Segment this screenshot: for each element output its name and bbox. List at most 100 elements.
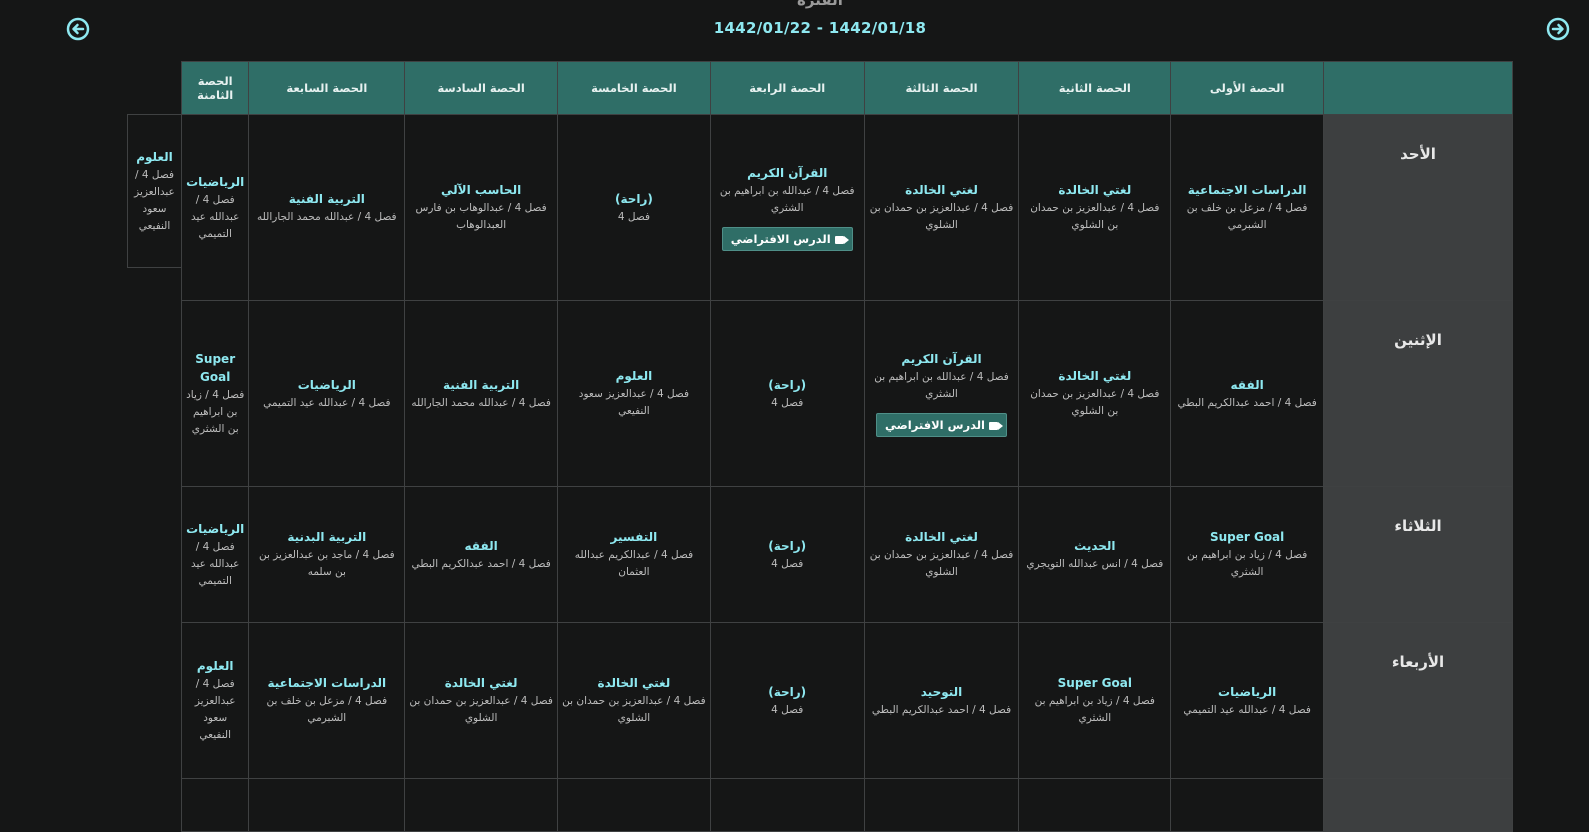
subject-name: التفسير — [610, 530, 658, 544]
period-cell: لغتي الخالدة فصل 4 / عبدالعزيز بن حمدان ب… — [557, 622, 711, 779]
period-cell: الحاسب الآلي فصل 4 / عبدالوهاب بن فارس ال… — [404, 114, 559, 301]
period-cell: لغتي الخالدة فصل 4 / عبدالعزيز بن حمدان ب… — [863, 114, 1020, 301]
class-teacher-info: فصل 4 / عبدالله عيد التميمي — [1183, 703, 1311, 716]
subject-name: الرياضيات — [1218, 684, 1277, 699]
subject-name: الدراسات الاجتماعية — [267, 676, 387, 690]
class-teacher-info: فصل 4 / احمد عبدالكريم البطي — [411, 557, 551, 570]
column-header-day — [1323, 61, 1513, 115]
period-cell: الفقه فصل 4 / احمد عبدالكريم البطي — [1170, 300, 1325, 487]
class-teacher-info: فصل 4 / ماجد بن عبدالعزيز بن بن سلمه — [258, 549, 395, 578]
subject-name: لغتي الخالدة — [905, 530, 978, 544]
table-row — [180, 778, 1513, 832]
class-teacher-info: فصل 4 / انس عبدالله التويجري — [1026, 557, 1164, 570]
subject-name: Super Goal — [1057, 676, 1132, 690]
period-cell: الدراسات الاجتماعية فصل 4 / مزعل بن خلف ب… — [1170, 114, 1325, 301]
class-teacher-info: فصل 4 / عبدالعزيز سعود النفيعي — [578, 388, 690, 417]
period-cell: العلوم فصل 4 / عبدالعزيز سعود النفيعي — [557, 300, 711, 487]
table-row: الأربعاء الرياضيات فصل 4 / عبدالله عيد الت… — [180, 622, 1513, 779]
class-teacher-info: فصل 4 / زياد بن ابراهيم بن الشثري — [1034, 695, 1155, 724]
period-label: الفترة — [797, 0, 843, 9]
table-row: الثلاثاء Super Goal فصل 4 / زياد بن ابراهي… — [180, 486, 1513, 623]
column-header-period-3: الحصة الثالثة — [863, 61, 1020, 115]
table-row: الإثنين الفقه فصل 4 / احمد عبدالكريم البطي… — [180, 300, 1513, 487]
next-week-button[interactable] — [1546, 17, 1570, 41]
period-cell — [709, 778, 865, 832]
period-cell: الفقه فصل 4 / احمد عبدالكريم البطي — [404, 486, 559, 623]
class-teacher-info: فصل 4 / عبدالعزيز بن حمدان بن الشلوي — [562, 695, 706, 724]
column-header-period-8: الحصة الثامنة — [180, 61, 250, 115]
period-cell: العلوم فصل 4 / عبدالعزيز سعود النفيعي — [180, 622, 250, 779]
period-cell: التوحيد فصل 4 / احمد عبدالكريم البطي — [863, 622, 1020, 779]
class-teacher-info: فصل 4 / عبدالعزيز بن حمدان بن الشلوي — [1030, 202, 1160, 231]
period-cell: التربية الفنية فصل 4 / عبدالله محمد الجار… — [404, 300, 559, 487]
column-header-period-5: الحصة الخامسة — [557, 61, 711, 115]
subject-name: لغتي الخالدة — [1058, 369, 1132, 383]
period-cell: الرياضيات فصل 4 / عبدالله عيد التميمي — [248, 300, 406, 487]
class-teacher-info: فصل 4 / احمد عبدالكريم البطي — [1177, 396, 1317, 409]
subject-name: التربية الفنية — [288, 191, 365, 206]
period-cell — [404, 778, 559, 832]
period-cell: الرياضيات فصل 4 / عبدالله عيد التميمي — [180, 114, 250, 301]
subject-name: (راحة) — [768, 538, 807, 553]
day-name: الثلاثاء — [1323, 486, 1513, 623]
class-teacher-info: فصل 4 / عبدالعزيز بن حمدان بن الشلوي — [869, 202, 1014, 231]
class-teacher-info: فصل 4 / زياد بن ابراهيم بن الشثري — [1186, 549, 1308, 578]
period-cell: القرآن الكريم فصل 4 / عبدالله بن ابراهيم … — [863, 300, 1020, 487]
day-name: الأحد — [1323, 114, 1513, 301]
video-camera-icon — [989, 421, 1003, 430]
subject-name: القرآن الكريم — [747, 166, 828, 180]
class-teacher-info: فصل 4 / عبدالعزيز سعود النفيعي — [194, 678, 236, 741]
period-cell: التربية الفنية فصل 4 / عبدالله محمد الجار… — [248, 114, 406, 301]
period-cell — [1018, 778, 1172, 832]
class-teacher-info: فصل 4 — [771, 703, 804, 716]
class-teacher-info: فصل 4 / عبدالله بن ابراهيم بن الشثري — [719, 185, 855, 214]
period-cell: لغتي الخالدة فصل 4 / عبدالعزيز بن حمدان ب… — [1018, 300, 1172, 487]
subject-name: لغتي الخالدة — [597, 676, 671, 690]
period-cell: الرياضيات فصل 4 / عبدالله عيد التميمي — [180, 486, 250, 623]
overflow-period-cell: العلوم فصل 4 / عبدالعزيز سعود النفيعي — [127, 114, 181, 268]
class-teacher-info: فصل 4 / عبدالعزيز بن حمدان بن الشلوي — [1030, 388, 1160, 417]
subject-name: الحديث — [1074, 538, 1116, 553]
class-teacher-info: فصل 4 / احمد عبدالكريم البطي — [871, 703, 1012, 716]
subject-name: Super Goal — [195, 351, 236, 384]
period-cell: Super Goal فصل 4 / زياد بن ابراهيم بن الش… — [1018, 622, 1172, 779]
period-cell — [180, 778, 250, 832]
period-cell: التربية البدنية فصل 4 / ماجد بن عبدالعزيز… — [248, 486, 406, 623]
day-name: الأربعاء — [1323, 622, 1513, 779]
subject-name: لغتي الخالدة — [444, 676, 518, 690]
class-teacher-info: فصل 4 — [617, 210, 650, 223]
header-row: الحصة الأولى الحصة الثانية الحصة الثالثة… — [180, 61, 1513, 115]
arrow-circle-left-icon — [66, 17, 90, 41]
subject-name: التربية الفنية — [443, 377, 520, 392]
previous-week-button[interactable] — [66, 17, 90, 41]
day-name — [1323, 778, 1513, 832]
subject-name: التوحيد — [920, 684, 963, 699]
column-header-period-1: الحصة الأولى — [1170, 61, 1325, 115]
period-cell: (راحة) فصل 4 — [709, 622, 865, 779]
date-range: 1442/01/22 - 1442/01/18 — [713, 19, 927, 37]
subject-name: الرياضيات — [186, 521, 245, 536]
subject-name: القرآن الكريم — [901, 352, 982, 366]
class-teacher-info: فصل 4 / عبدالله عيد التميمي — [190, 540, 240, 587]
virtual-lesson-label: الدرس الافتراضي — [730, 232, 831, 246]
period-cell: Super Goal فصل 4 / زياد بن ابراهيم بن الش… — [180, 300, 250, 487]
class-teacher-info: فصل 4 / عبدالله عيد التميمي — [263, 396, 391, 409]
class-teacher-info: فصل 4 / مزعل بن خلف بن الشبرمي — [1186, 202, 1308, 231]
column-header-period-6: الحصة السادسة — [404, 61, 559, 115]
class-teacher-info: فصل 4 / عبدالله بن ابراهيم بن الشثري — [874, 371, 1009, 400]
class-teacher-info: فصل 4 / عبدالوهاب بن فارس العبدالوهاب — [415, 202, 547, 231]
timetable: الحصة الأولى الحصة الثانية الحصة الثالثة… — [180, 61, 1513, 832]
subject-name: لغتي الخالدة — [905, 183, 978, 197]
virtual-lesson-button[interactable]: الدرس الافتراضي — [721, 227, 853, 251]
class-teacher-info: فصل 4 / عبدالله عيد التميمي — [190, 193, 240, 240]
subject-name: الرياضيات — [297, 377, 356, 392]
class-teacher-info: فصل 4 / مزعل بن خلف بن الشبرمي — [266, 695, 388, 724]
period-cell: الرياضيات فصل 4 / عبدالله عيد التميمي — [1170, 622, 1325, 779]
subject-name: (راحة) — [768, 377, 807, 392]
column-header-period-4: الحصة الرابعة — [709, 61, 865, 115]
subject-name: الحاسب الآلي — [441, 183, 522, 197]
virtual-lesson-button[interactable]: الدرس الافتراضي — [876, 413, 1007, 437]
class-teacher-info: فصل 4 / عبدالكريم عبدالله العثمان — [574, 549, 694, 578]
class-teacher-info: فصل 4 — [771, 557, 804, 570]
period-cell — [557, 778, 711, 832]
